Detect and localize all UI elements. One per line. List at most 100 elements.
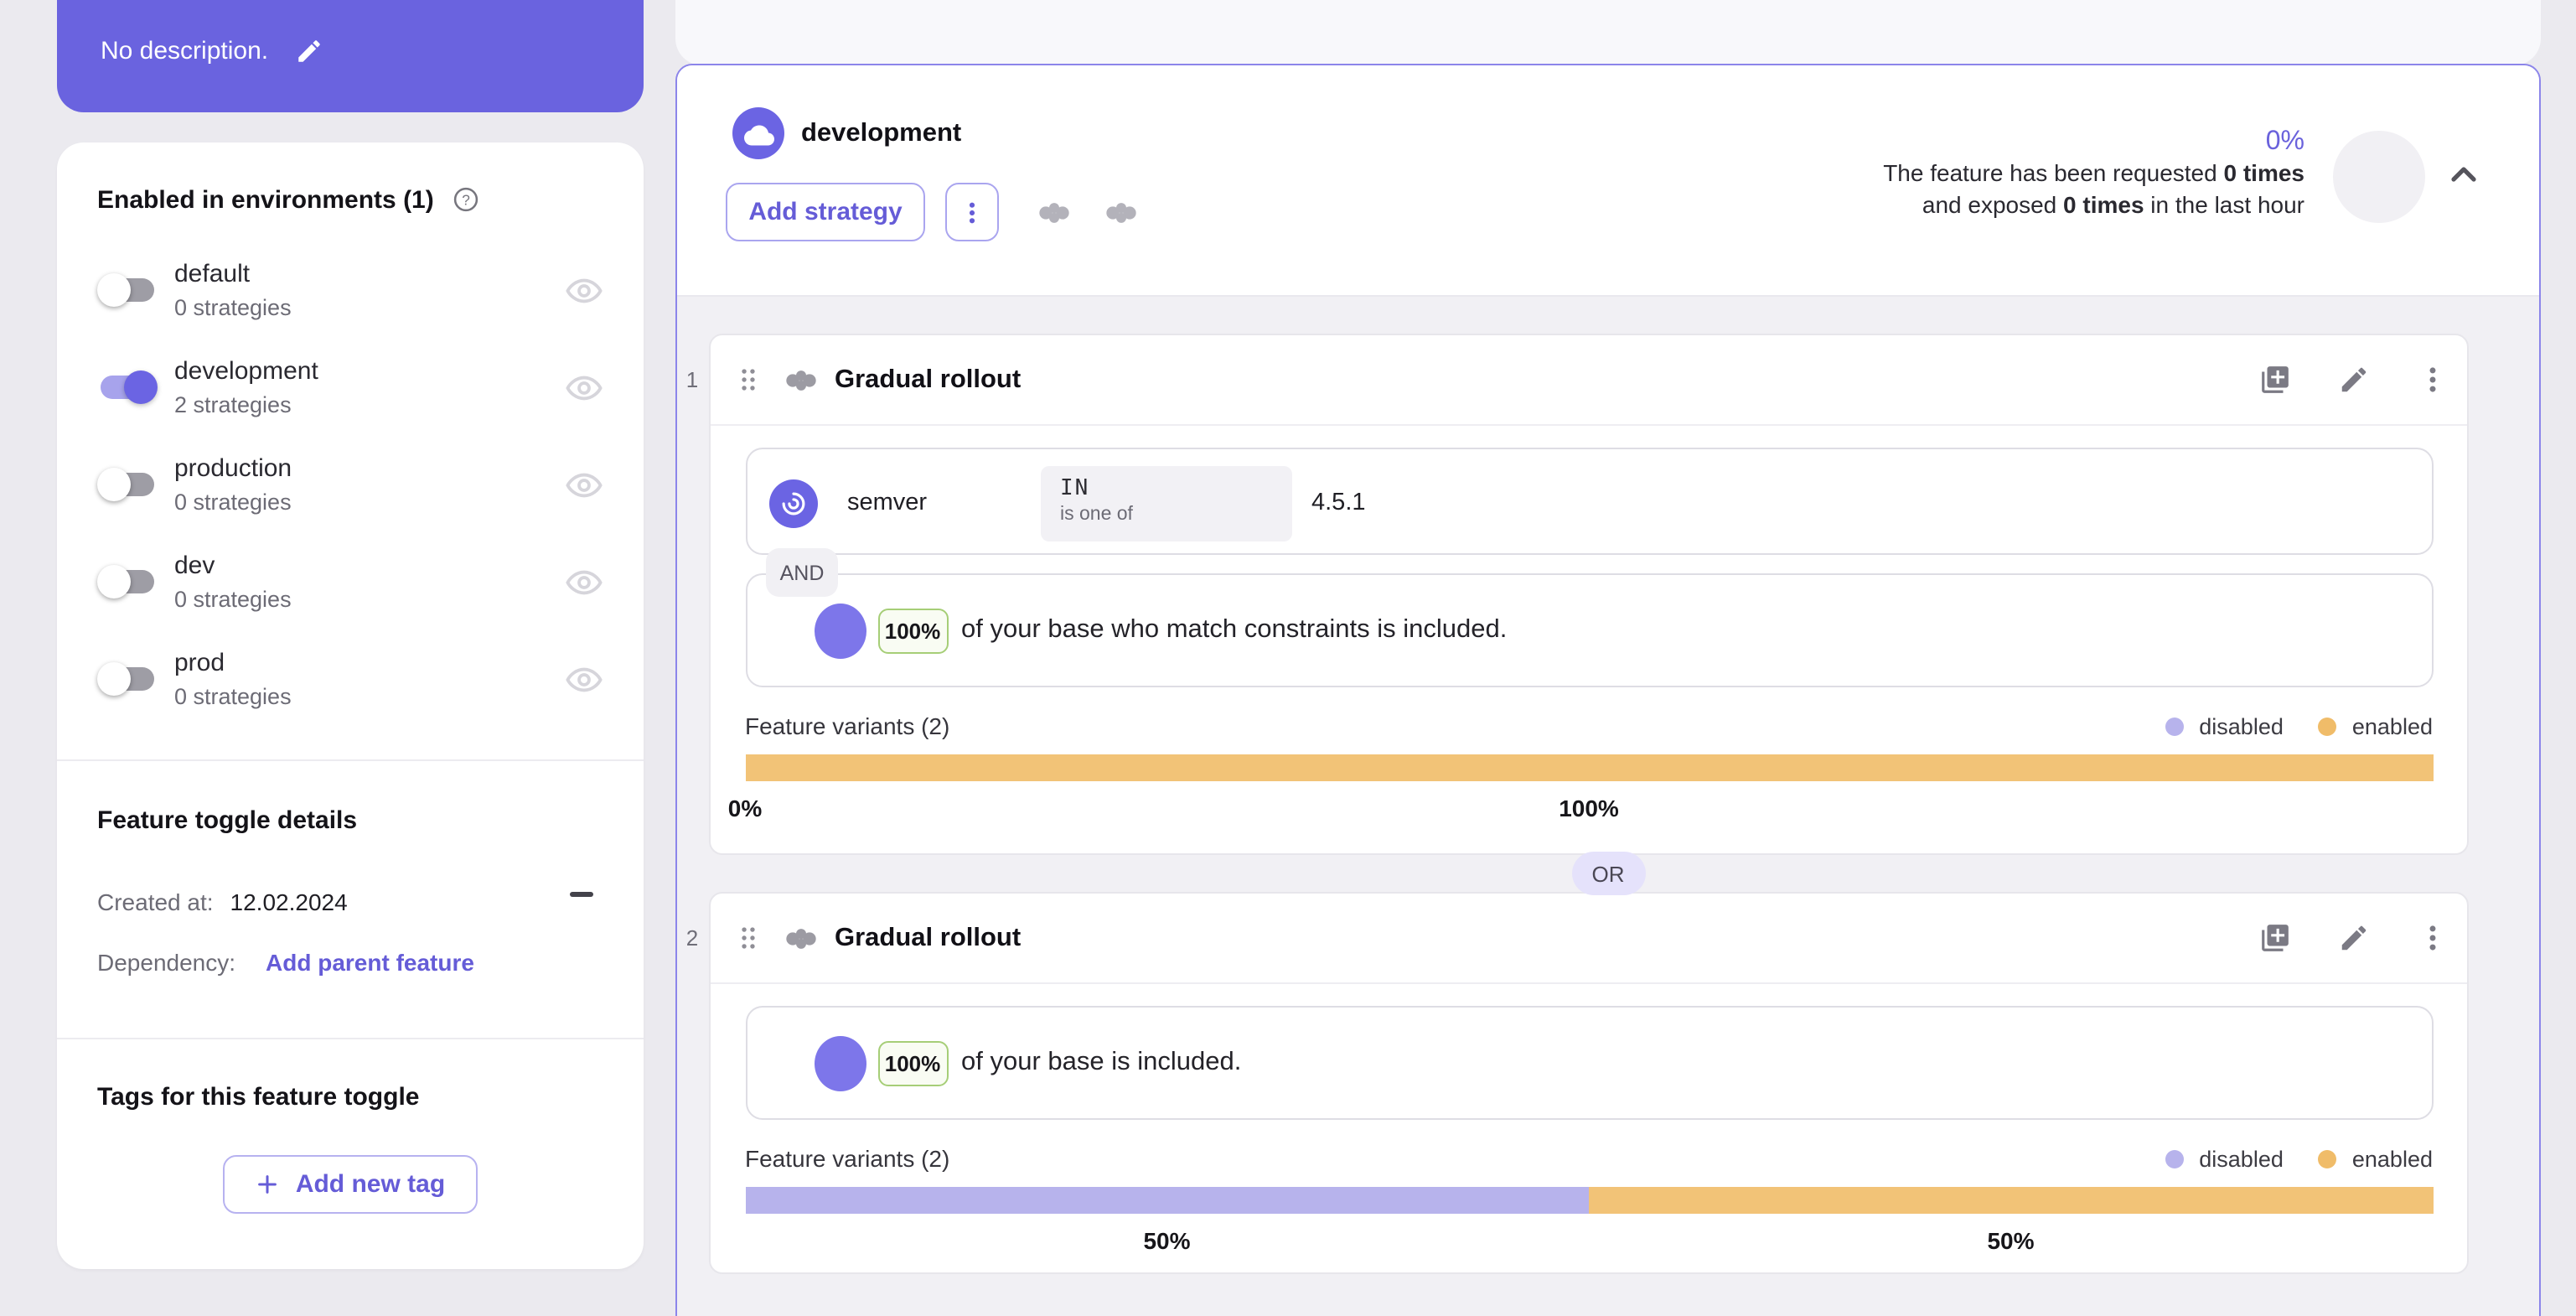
environment-toggle-dev[interactable] xyxy=(97,565,154,598)
svg-text:?: ? xyxy=(462,191,470,208)
environment-toggle-development[interactable] xyxy=(101,370,158,404)
metrics-donut-placeholder xyxy=(2333,131,2425,223)
variants-bar-labels: 50% 50% xyxy=(745,1227,2433,1257)
help-icon[interactable]: ? xyxy=(451,184,481,215)
dependency-label: Dependency: xyxy=(97,949,236,976)
variant-bar-percent-label: 50% xyxy=(1143,1227,1191,1254)
constraint-icon xyxy=(768,479,817,528)
or-separator: OR xyxy=(677,852,2539,895)
variant-bar-segment-disabled xyxy=(745,1187,1589,1214)
environment-accordion-header[interactable]: development Add strategy 0% The feature … xyxy=(677,65,2539,297)
created-at-value: 12.02.2024 xyxy=(230,889,348,915)
edit-strategy-icon[interactable] xyxy=(2338,364,2370,396)
environment-strategy-count: 0 strategies xyxy=(174,294,292,320)
variants-legend: disabled enabled xyxy=(2165,713,2433,738)
tags-section: Tags for this feature toggle Add new tag xyxy=(57,1039,644,1214)
strategy-title: Gradual rollout xyxy=(835,923,1022,951)
description-text: No description. xyxy=(101,37,269,65)
edit-description-icon[interactable] xyxy=(295,37,323,65)
visibility-icon[interactable] xyxy=(565,660,603,698)
environment-name: default xyxy=(174,259,251,288)
environment-name: production xyxy=(174,453,292,483)
strategy-menu-icon[interactable] xyxy=(2417,364,2449,396)
environment-strategy-count: 0 strategies xyxy=(174,586,292,612)
strategy-title: Gradual rollout xyxy=(835,365,1022,393)
environments-section: Enabled in environments (1) ? default 0 … xyxy=(57,142,644,761)
enabled-legend-dot xyxy=(2318,717,2337,735)
rollout-percentage-chip: 100% xyxy=(877,1041,948,1086)
collapse-environment-icon[interactable] xyxy=(2444,154,2484,194)
disabled-legend-dot xyxy=(2165,717,2185,735)
variants-bar xyxy=(745,754,2433,781)
rollout-row: 100% of your base who match constraints … xyxy=(745,573,2433,687)
feature-variants-label: Feature variants (2) xyxy=(745,1145,950,1172)
rollout-description: of your base who match constraints is in… xyxy=(961,615,1508,644)
environment-row-default: default 0 strategies xyxy=(97,241,603,339)
strategy-menu-icon[interactable] xyxy=(2417,922,2449,954)
constraint-operator: IN is one of xyxy=(1040,466,1291,541)
add-new-tag-button[interactable]: Add new tag xyxy=(223,1155,478,1214)
rollout-strategy-icon xyxy=(786,928,816,948)
environment-row-production: production 0 strategies xyxy=(97,436,603,533)
visibility-icon[interactable] xyxy=(565,368,603,407)
kebab-icon xyxy=(969,201,975,223)
constraint-value: 4.5.1 xyxy=(1311,490,1366,516)
strategy-card-1: Gradual rollout semver IN is one of 4.5.… xyxy=(709,334,2469,855)
environments-title: Enabled in environments (1) xyxy=(97,185,434,214)
exposure-stats: 0% The feature has been requested 0 time… xyxy=(1883,127,2304,221)
drag-handle-icon[interactable] xyxy=(734,924,763,952)
stats-line-1: The feature has been requested 0 times xyxy=(1883,159,2304,186)
strategy-marker-icon xyxy=(1106,202,1136,222)
variants-bar-labels: 0% 100% xyxy=(728,795,2433,825)
rollout-circle xyxy=(814,1036,866,1091)
edit-strategy-icon[interactable] xyxy=(2338,922,2370,954)
environment-title: development xyxy=(801,119,962,148)
constraint-field: semver xyxy=(847,490,928,516)
environment-menu-button[interactable] xyxy=(945,183,999,241)
variant-bar-percent-label: 50% xyxy=(1987,1227,2035,1254)
environment-strategy-count: 2 strategies xyxy=(174,391,292,417)
rollout-circle xyxy=(814,604,866,659)
created-at-label: Created at: xyxy=(97,889,214,915)
constraint-row: semver IN is one of 4.5.1 xyxy=(745,448,2433,555)
environment-row-dev: dev 0 strategies xyxy=(97,533,603,630)
dependency-row: Dependency: Add parent feature xyxy=(97,949,603,976)
environment-accordion-development: development Add strategy 0% The feature … xyxy=(675,64,2541,1316)
environment-toggle-prod[interactable] xyxy=(97,662,154,696)
exposure-percent: 0% xyxy=(2265,127,2304,156)
variant-bar-segment-enabled xyxy=(745,754,2433,781)
strategy-number: 2 xyxy=(685,925,699,951)
variant-bar-segment-enabled xyxy=(1589,1187,2433,1214)
rollout-description: of your base is included. xyxy=(961,1048,1242,1076)
and-conjunction-chip: AND xyxy=(766,548,838,597)
environment-strategy-count: 0 strategies xyxy=(174,683,292,709)
feature-variants-label: Feature variants (2) xyxy=(745,712,950,739)
tags-title: Tags for this feature toggle xyxy=(97,1083,420,1111)
environment-name: prod xyxy=(174,648,225,677)
visibility-icon[interactable] xyxy=(565,562,603,601)
environment-list: default 0 strategies development 2 strat… xyxy=(97,241,603,728)
disabled-legend-dot xyxy=(2165,1149,2185,1168)
strategy-marker-icon xyxy=(1039,202,1069,222)
variants-legend: disabled enabled xyxy=(2165,1146,2433,1171)
collapse-section-icon[interactable] xyxy=(570,892,593,897)
variant-bar-percent-label: 100% xyxy=(1559,795,1619,821)
drag-handle-icon[interactable] xyxy=(734,365,763,394)
description-card: No description. xyxy=(57,0,644,112)
strategy-number: 1 xyxy=(685,367,699,392)
environment-toggle-default[interactable] xyxy=(97,273,154,307)
copy-strategy-icon[interactable] xyxy=(2259,922,2291,954)
created-at-row: Created at: 12.02.2024 xyxy=(97,889,603,915)
add-strategy-button[interactable]: Add strategy xyxy=(726,183,925,241)
variant-bar-percent-label: 0% xyxy=(727,795,763,821)
feature-details-section: Feature toggle details Created at: 12.02… xyxy=(57,761,644,1039)
rollout-percentage-chip: 100% xyxy=(877,609,948,654)
environment-strategy-count: 0 strategies xyxy=(174,489,292,515)
add-parent-feature-link[interactable]: Add parent feature xyxy=(266,949,474,976)
variants-bar xyxy=(745,1187,2433,1214)
copy-strategy-icon[interactable] xyxy=(2259,364,2291,396)
visibility-icon[interactable] xyxy=(565,271,603,309)
rollout-row: 100% of your base is included. xyxy=(745,1006,2433,1120)
visibility-icon[interactable] xyxy=(565,465,603,504)
environment-toggle-production[interactable] xyxy=(97,468,154,501)
